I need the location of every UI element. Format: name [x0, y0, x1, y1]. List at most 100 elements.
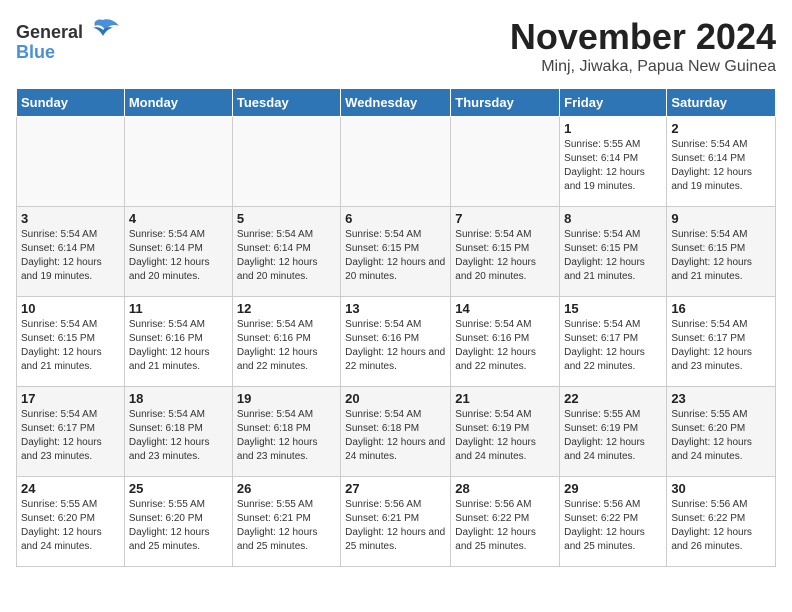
day-info: Sunrise: 5:55 AMSunset: 6:19 PMDaylight:… — [564, 408, 662, 464]
page-header: General Blue November 2024 Minj, Jiwaka,… — [16, 16, 776, 76]
calendar-day-cell: 27Sunrise: 5:56 AMSunset: 6:21 PMDayligh… — [341, 477, 451, 567]
day-number: 1 — [564, 121, 662, 136]
day-number: 5 — [237, 211, 336, 226]
day-info: Sunrise: 5:54 AMSunset: 6:14 PMDaylight:… — [129, 228, 228, 284]
calendar-day-cell: 14 Sunrise: 5:54 AMSunset: 6:16 PMDayligh… — [451, 297, 560, 387]
calendar-day-cell: 29 Sunrise: 5:56 AMSunset: 6:22 PMDayligh… — [560, 477, 667, 567]
weekday-header-cell: Thursday — [451, 89, 560, 117]
weekday-header-row: SundayMondayTuesdayWednesdayThursdayFrid… — [17, 89, 776, 117]
day-number: 16 — [671, 301, 771, 316]
day-info: Sunrise: 5:55 AMSunset: 6:20 PMDaylight:… — [671, 408, 771, 464]
weekday-header-cell: Wednesday — [341, 89, 451, 117]
day-number: 15 — [564, 301, 662, 316]
day-number: 7 — [455, 211, 555, 226]
day-info: Sunrise: 5:54 AMSunset: 6:17 PMDaylight:… — [671, 318, 771, 374]
weekday-header-cell: Sunday — [17, 89, 125, 117]
day-info: Sunrise: 5:55 AMSunset: 6:14 PMDaylight:… — [564, 138, 662, 194]
day-number: 25 — [129, 481, 228, 496]
day-number: 2 — [671, 121, 771, 136]
day-info: Sunrise: 5:54 AMSunset: 6:15 PMDaylight:… — [21, 318, 120, 374]
day-number: 14 — [455, 301, 555, 316]
day-info: Sunrise: 5:54 AMSunset: 6:15 PMDaylight:… — [671, 228, 771, 284]
calendar-day-cell: 7 Sunrise: 5:54 AMSunset: 6:15 PMDaylight… — [451, 207, 560, 297]
day-number: 24 — [21, 481, 120, 496]
day-info: Sunrise: 5:54 AMSunset: 6:16 PMDaylight:… — [345, 318, 446, 374]
weekday-header-cell: Saturday — [667, 89, 776, 117]
day-info: Sunrise: 5:54 AMSunset: 6:15 PMDaylight:… — [455, 228, 555, 284]
calendar-day-cell: 22 Sunrise: 5:55 AMSunset: 6:19 PMDayligh… — [560, 387, 667, 477]
calendar-day-cell: 15 Sunrise: 5:54 AMSunset: 6:17 PMDayligh… — [560, 297, 667, 387]
title-area: November 2024 Minj, Jiwaka, Papua New Gu… — [510, 16, 776, 76]
month-title: November 2024 — [510, 16, 776, 58]
calendar-day-cell: 1 Sunrise: 5:55 AMSunset: 6:14 PMDaylight… — [560, 117, 667, 207]
calendar-day-cell: 16 Sunrise: 5:54 AMSunset: 6:17 PMDayligh… — [667, 297, 776, 387]
calendar-table: SundayMondayTuesdayWednesdayThursdayFrid… — [16, 88, 776, 567]
day-info: Sunrise: 5:54 AMSunset: 6:14 PMDaylight:… — [237, 228, 336, 284]
calendar-day-cell: 20 Sunrise: 5:54 AMSunset: 6:18 PMDayligh… — [341, 387, 451, 477]
day-number: 20 — [345, 391, 446, 406]
day-number: 18 — [129, 391, 228, 406]
day-number: 12 — [237, 301, 336, 316]
logo-general-text: General — [16, 22, 83, 43]
day-number: 23 — [671, 391, 771, 406]
calendar-day-cell — [232, 117, 340, 207]
calendar-day-cell: 21 Sunrise: 5:54 AMSunset: 6:19 PMDayligh… — [451, 387, 560, 477]
day-number: 4 — [129, 211, 228, 226]
day-number: 10 — [21, 301, 120, 316]
day-info: Sunrise: 5:54 AMSunset: 6:18 PMDaylight:… — [345, 408, 446, 464]
day-info: Sunrise: 5:54 AMSunset: 6:18 PMDaylight:… — [237, 408, 336, 464]
calendar-day-cell: 23 Sunrise: 5:55 AMSunset: 6:20 PMDayligh… — [667, 387, 776, 477]
day-number: 9 — [671, 211, 771, 226]
calendar-day-cell: 25 Sunrise: 5:55 AMSunset: 6:20 PMDayligh… — [124, 477, 232, 567]
day-info: Sunrise: 5:56 AMSunset: 6:22 PMDaylight:… — [564, 498, 662, 554]
day-number: 22 — [564, 391, 662, 406]
day-info: Sunrise: 5:54 AMSunset: 6:15 PMDaylight:… — [345, 228, 446, 284]
calendar-day-cell: 11 Sunrise: 5:54 AMSunset: 6:16 PMDayligh… — [124, 297, 232, 387]
day-number: 11 — [129, 301, 228, 316]
day-info: Sunrise: 5:56 AMSunset: 6:21 PMDaylight:… — [345, 498, 446, 554]
day-info: Sunrise: 5:54 AMSunset: 6:16 PMDaylight:… — [129, 318, 228, 374]
calendar-day-cell — [341, 117, 451, 207]
day-number: 21 — [455, 391, 555, 406]
day-info: Sunrise: 5:54 AMSunset: 6:17 PMDaylight:… — [21, 408, 120, 464]
calendar-day-cell: 19 Sunrise: 5:54 AMSunset: 6:18 PMDayligh… — [232, 387, 340, 477]
calendar-day-cell — [451, 117, 560, 207]
day-info: Sunrise: 5:54 AMSunset: 6:16 PMDaylight:… — [237, 318, 336, 374]
calendar-day-cell: 28 Sunrise: 5:56 AMSunset: 6:22 PMDayligh… — [451, 477, 560, 567]
day-info: Sunrise: 5:55 AMSunset: 6:20 PMDaylight:… — [21, 498, 120, 554]
calendar-week-row: 17Sunrise: 5:54 AMSunset: 6:17 PMDayligh… — [17, 387, 776, 477]
day-number: 6 — [345, 211, 446, 226]
calendar-day-cell: 10 Sunrise: 5:54 AMSunset: 6:15 PMDayligh… — [17, 297, 125, 387]
day-number: 8 — [564, 211, 662, 226]
calendar-day-cell: 26 Sunrise: 5:55 AMSunset: 6:21 PMDayligh… — [232, 477, 340, 567]
logo-bird-icon — [85, 16, 121, 48]
calendar-day-cell: 6 Sunrise: 5:54 AMSunset: 6:15 PMDaylight… — [341, 207, 451, 297]
day-info: Sunrise: 5:54 AMSunset: 6:16 PMDaylight:… — [455, 318, 555, 374]
logo: General Blue — [16, 16, 121, 63]
day-info: Sunrise: 5:55 AMSunset: 6:20 PMDaylight:… — [129, 498, 228, 554]
day-info: Sunrise: 5:55 AMSunset: 6:21 PMDaylight:… — [237, 498, 336, 554]
day-info: Sunrise: 5:54 AMSunset: 6:14 PMDaylight:… — [21, 228, 120, 284]
calendar-day-cell — [17, 117, 125, 207]
calendar-week-row: 3Sunrise: 5:54 AMSunset: 6:14 PMDaylight… — [17, 207, 776, 297]
calendar-day-cell: 24 Sunrise: 5:55 AMSunset: 6:20 PMDayligh… — [17, 477, 125, 567]
day-number: 28 — [455, 481, 555, 496]
day-info: Sunrise: 5:56 AMSunset: 6:22 PMDaylight:… — [671, 498, 771, 554]
calendar-day-cell — [124, 117, 232, 207]
day-number: 29 — [564, 481, 662, 496]
day-info: Sunrise: 5:54 AMSunset: 6:17 PMDaylight:… — [564, 318, 662, 374]
day-info: Sunrise: 5:54 AMSunset: 6:18 PMDaylight:… — [129, 408, 228, 464]
calendar-day-cell: 2Sunrise: 5:54 AMSunset: 6:14 PMDaylight… — [667, 117, 776, 207]
calendar-day-cell: 9 Sunrise: 5:54 AMSunset: 6:15 PMDaylight… — [667, 207, 776, 297]
day-number: 13 — [345, 301, 446, 316]
location-title: Minj, Jiwaka, Papua New Guinea — [510, 58, 776, 76]
calendar-day-cell: 13 Sunrise: 5:54 AMSunset: 6:16 PMDayligh… — [341, 297, 451, 387]
day-number: 19 — [237, 391, 336, 406]
day-info: Sunrise: 5:54 AMSunset: 6:19 PMDaylight:… — [455, 408, 555, 464]
calendar-week-row: 10 Sunrise: 5:54 AMSunset: 6:15 PMDayligh… — [17, 297, 776, 387]
day-info: Sunrise: 5:56 AMSunset: 6:22 PMDaylight:… — [455, 498, 555, 554]
calendar-day-cell: 18 Sunrise: 5:54 AMSunset: 6:18 PMDayligh… — [124, 387, 232, 477]
day-number: 26 — [237, 481, 336, 496]
weekday-header-cell: Friday — [560, 89, 667, 117]
calendar-body: 1 Sunrise: 5:55 AMSunset: 6:14 PMDaylight… — [17, 117, 776, 567]
